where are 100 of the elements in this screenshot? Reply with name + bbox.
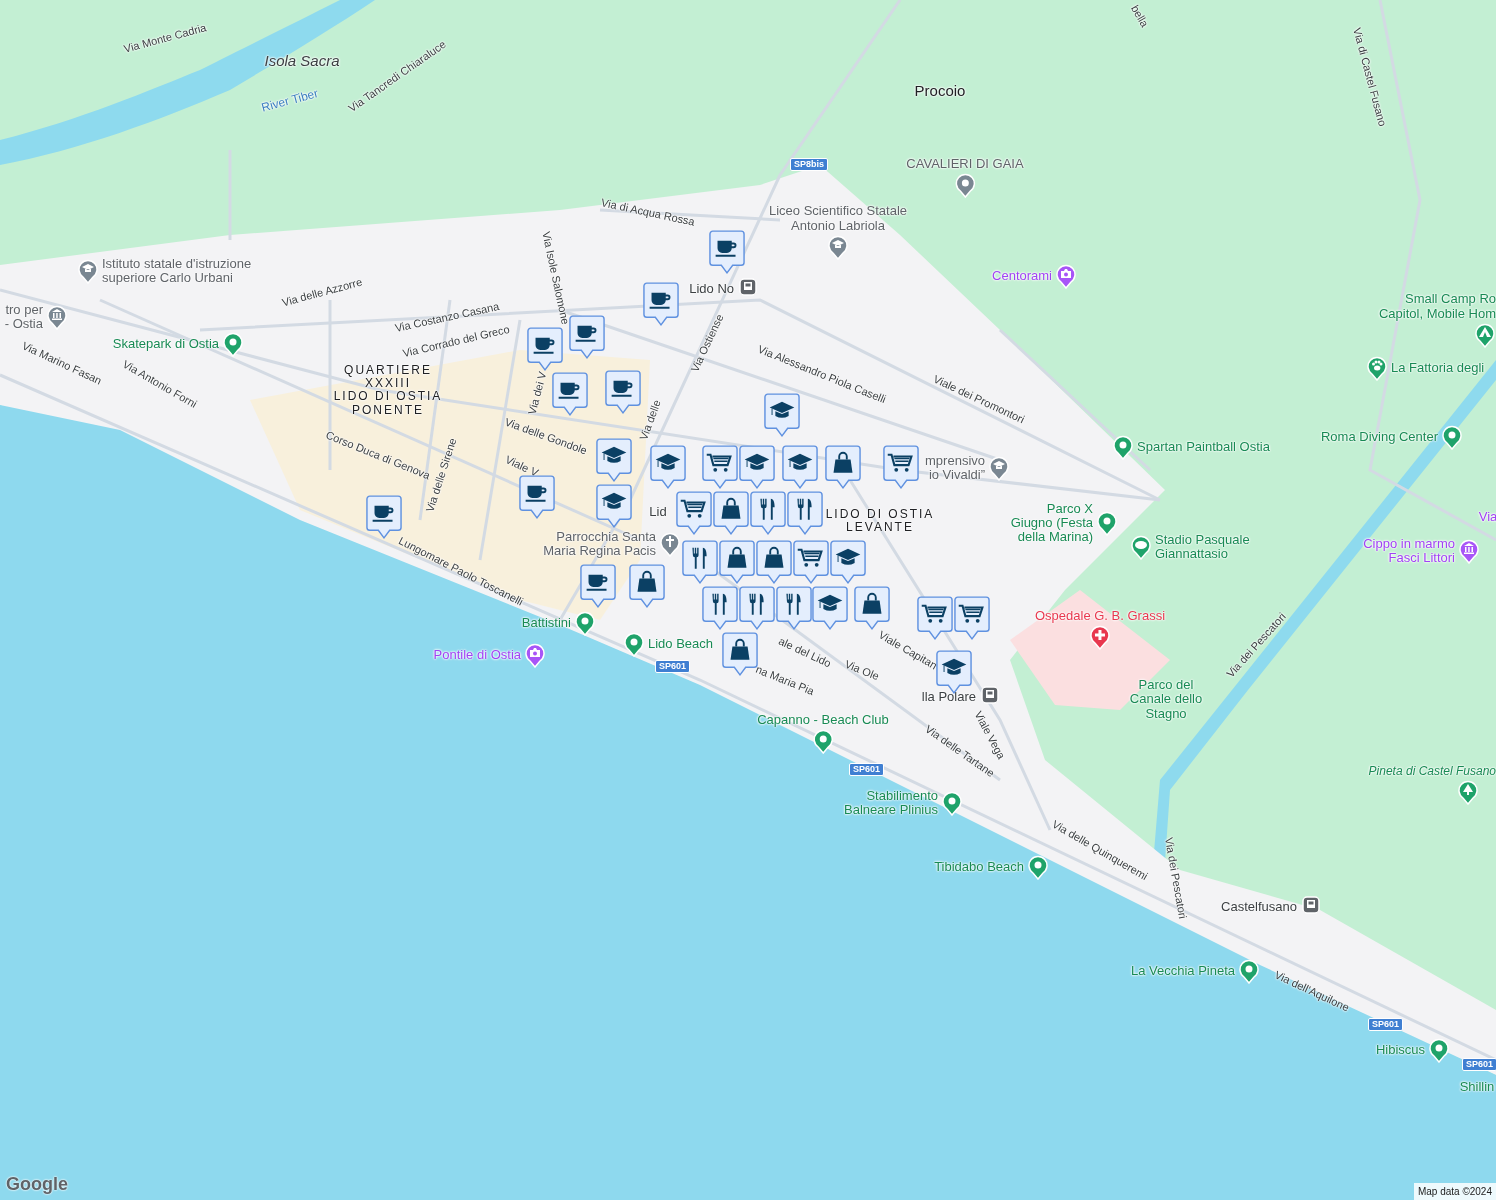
cup-icon: [649, 292, 671, 309]
place-label: La Vecchia Pineta: [1130, 963, 1235, 979]
cup-icon: [558, 382, 580, 399]
place-label: Liceo Scientifico Statale Antonio Labriola: [769, 204, 907, 233]
mortarboard-icon: [601, 492, 627, 509]
place-label: Small Camp Ro Capitol, Mobile Hom: [1378, 292, 1496, 321]
place-label: Castelfusano: [1221, 899, 1297, 915]
place-label: Pontile di Ostia: [433, 647, 521, 663]
school-icon[interactable]: [988, 454, 1010, 481]
place-label: mprensivo io Vivaldi”: [925, 453, 985, 483]
fork-knife-icon: [712, 593, 727, 615]
street-label: Via dei Pescatori: [1162, 836, 1190, 920]
tent-icon[interactable]: [1474, 322, 1496, 348]
cup-icon: [586, 574, 608, 591]
street-label: Via di Acqua Rossa: [600, 196, 696, 228]
place-label: CAVALIERI DI GAIA: [906, 156, 1024, 171]
monument-icon[interactable]: [1458, 537, 1480, 564]
fork-knife-icon: [760, 498, 775, 520]
cross-icon[interactable]: [659, 530, 681, 557]
mortarboard-icon: [835, 548, 861, 565]
route-shield: SP601: [655, 660, 691, 673]
place-label: Centorami: [992, 268, 1052, 284]
shopping-bag-icon: [764, 546, 784, 568]
fork-knife-icon: [692, 547, 707, 569]
tree-icon[interactable]: [1457, 779, 1479, 805]
place-label: Spartan Paintball Ostia: [1137, 439, 1270, 455]
shopping-bag-icon: [833, 451, 853, 473]
map-marker[interactable]: [936, 650, 972, 694]
cart-icon: [680, 499, 706, 518]
place-label: Stadio Pasquale Giannattasio: [1155, 532, 1250, 562]
fork-knife-icon: [786, 593, 801, 615]
place-label: QUARTIERE XXXIII LIDO DI OSTIA PONENTE: [333, 363, 443, 417]
place-label: Roma Diving Center: [1320, 429, 1438, 445]
mortarboard-icon: [941, 658, 967, 675]
mortarboard-icon: [787, 453, 813, 470]
route-shield: SP601: [1368, 1018, 1404, 1031]
shopping-bag-icon: [721, 497, 741, 519]
fork-knife-icon: [749, 593, 764, 615]
place-label: Cippo in marmo Fasci Littori: [1363, 536, 1455, 566]
place-label: Tibidabo Beach: [934, 859, 1024, 875]
street-label: Via Isole Salomone: [540, 230, 572, 326]
place-label: Istituto statale d'istruzione superiore Carlo Urbani: [102, 256, 252, 286]
place-label: Lid: [649, 504, 667, 520]
cup-icon: [372, 505, 394, 522]
stadium-icon[interactable]: [1130, 533, 1152, 560]
school-icon[interactable]: [77, 257, 99, 284]
mortarboard-icon: [601, 446, 627, 463]
cart-icon: [887, 453, 913, 472]
street-label: Via di Castel Fusano: [1351, 26, 1389, 128]
street-label: Via Ole: [843, 657, 881, 683]
mortarboard-icon: [655, 453, 681, 470]
cup-icon: [525, 485, 547, 502]
route-shield: SP8bis: [790, 158, 828, 171]
street-label: Via delle: [637, 398, 663, 442]
place-label: Capanno - Beach Club: [757, 712, 889, 727]
shopping-bag-icon: [637, 570, 657, 592]
cup-icon: [533, 337, 555, 354]
shopping-bag-icon: [727, 546, 747, 568]
place-label: Lido No: [689, 281, 734, 297]
place-label: Ospedale G. B. Grassi: [1034, 608, 1166, 623]
fork-knife-icon: [797, 498, 812, 520]
hospital-icon[interactable]: [1089, 624, 1111, 650]
map-attribution: Map data ©2024: [1413, 1183, 1496, 1200]
place-label: Skatepark di Ostia: [112, 336, 219, 352]
school-icon[interactable]: [827, 234, 849, 260]
camera-icon[interactable]: [1055, 263, 1077, 289]
mortarboard-icon: [817, 594, 843, 611]
cup-icon: [575, 325, 597, 342]
mortarboard-icon: [744, 453, 770, 470]
route-shield: SP601: [849, 763, 885, 776]
cart-icon: [797, 548, 823, 567]
place-label: Parco del Canale dello Stagno: [1129, 677, 1203, 721]
cart-icon: [921, 604, 947, 623]
street-label: Via delle Azzorre: [280, 275, 364, 309]
place-label: tro per - Ostia: [4, 302, 43, 332]
street-label: Via dei V: [525, 370, 549, 416]
street-label: Via Monte Cadria: [122, 21, 208, 55]
place-label: lla Polare: [921, 689, 976, 705]
place-label: Shillin: [1459, 1079, 1495, 1095]
place-label: Parrocchia Santa Maria Regina Pacis: [543, 529, 656, 559]
place-label: Isola Sacra: [264, 52, 340, 70]
place-label: Parco X Giugno (Festa della Marina): [1010, 501, 1093, 545]
shopping-bag-icon: [862, 592, 882, 614]
google-logo: Google: [6, 1173, 68, 1196]
place-label: La Fattoria degli: [1391, 360, 1485, 376]
place-label: Lido Beach: [648, 636, 714, 652]
shopping-bag-icon: [730, 638, 750, 660]
place-label: River Tiber: [260, 87, 320, 115]
museum-icon[interactable]: [46, 303, 68, 330]
cup-icon: [611, 380, 633, 397]
place-label: Pineta di Castel Fusano: [1368, 764, 1496, 778]
street-label: Viale V: [503, 453, 541, 479]
paw-icon[interactable]: [1366, 355, 1388, 381]
place-label: Hibiscus: [1375, 1042, 1425, 1058]
cup-icon: [715, 240, 737, 257]
cart-icon: [706, 453, 732, 472]
cart-icon: [958, 604, 984, 623]
mortarboard-icon: [769, 401, 795, 418]
camera-icon[interactable]: [524, 642, 546, 668]
place-icon[interactable]: [954, 172, 976, 198]
